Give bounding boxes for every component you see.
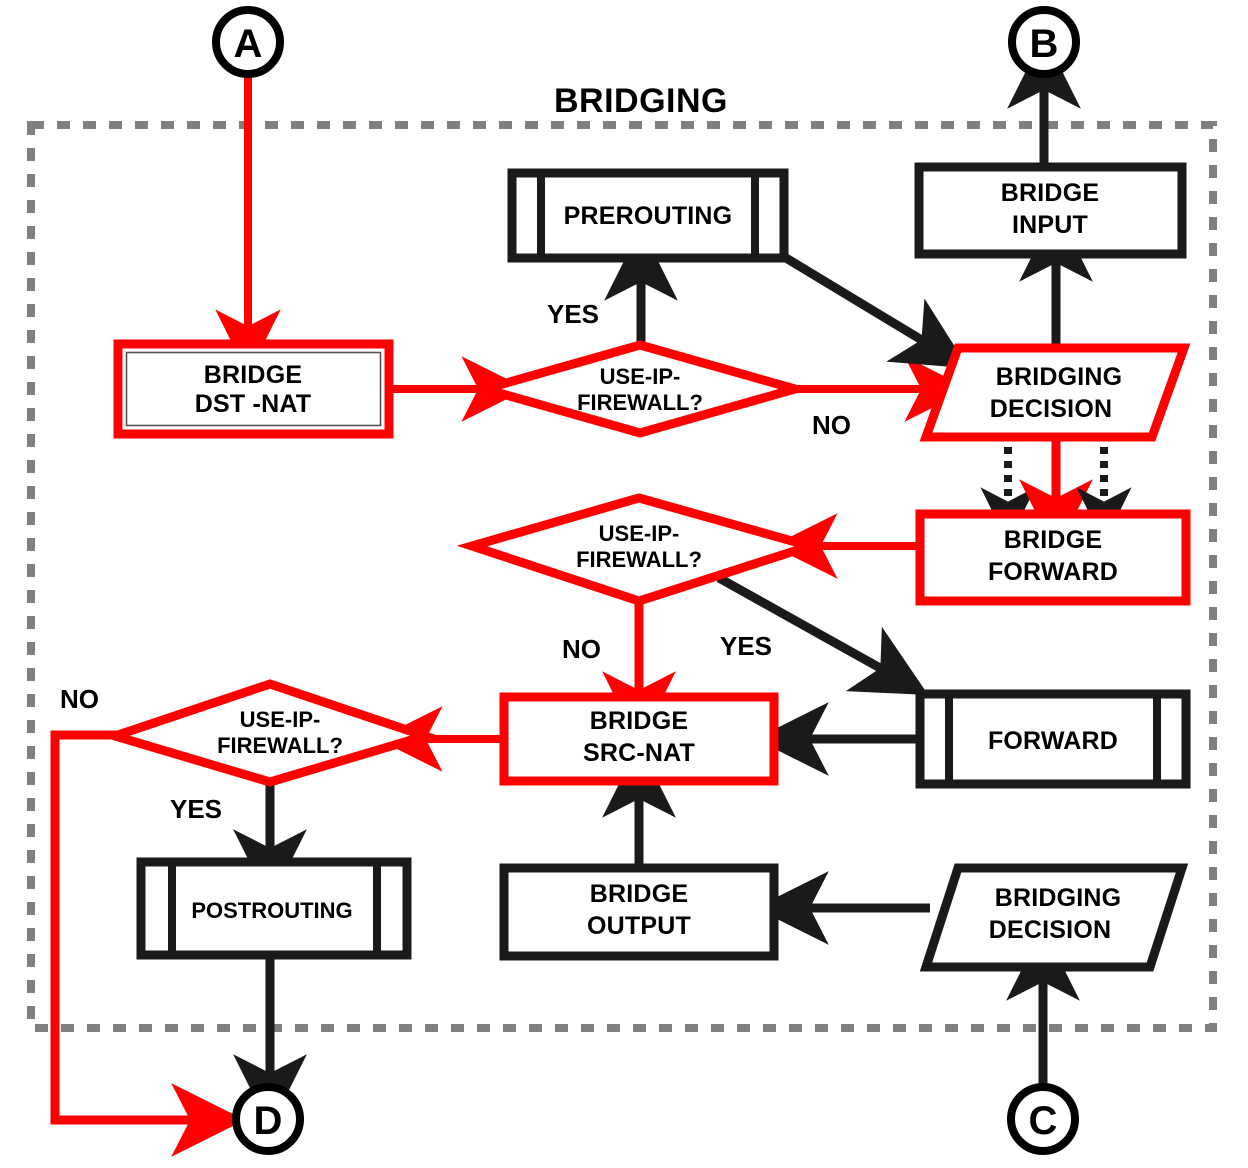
node-prerouting[interactable]: PREROUTING bbox=[507, 168, 789, 263]
node-bridge-input[interactable]: BRIDGE INPUT bbox=[914, 162, 1187, 259]
edge-label-yes-to-forward: YES bbox=[720, 631, 772, 661]
node-use-ip-firewall-3-line2: FIREWALL? bbox=[217, 733, 343, 758]
node-bridge-input-line1: BRIDGE bbox=[1001, 179, 1099, 207]
node-use-ip-firewall-3-line1: USE-IP- bbox=[240, 707, 321, 732]
connector-c-label: C bbox=[1029, 1099, 1058, 1143]
edge-label-yes-postrouting: YES bbox=[170, 794, 222, 824]
node-use-ip-firewall-2-line2: FIREWALL? bbox=[576, 547, 702, 572]
node-use-ip-firewall-1-line2: FIREWALL? bbox=[577, 390, 703, 415]
connector-c[interactable]: C bbox=[1007, 1083, 1079, 1155]
page-title: BRIDGING bbox=[554, 82, 728, 120]
node-bridge-dst-nat-line1: BRIDGE bbox=[204, 361, 302, 389]
edge-prerouting-to-bridging-decision bbox=[783, 254, 969, 369]
node-prerouting-label: PREROUTING bbox=[564, 202, 733, 230]
node-bridge-src-nat-line2: SRC-NAT bbox=[583, 739, 695, 767]
connector-d[interactable]: D bbox=[232, 1083, 304, 1155]
node-use-ip-firewall-3[interactable]: USE-IP- FIREWALL? bbox=[100, 679, 440, 787]
node-bridge-forward-line2: FORWARD bbox=[988, 558, 1118, 586]
node-bridge-src-nat-line1: BRIDGE bbox=[590, 707, 688, 735]
node-bridge-output-line1: BRIDGE bbox=[590, 880, 688, 908]
node-bridge-forward-line1: BRIDGE bbox=[1004, 526, 1102, 554]
connector-a-label: A bbox=[234, 22, 263, 66]
connector-b-label: B bbox=[1030, 22, 1059, 66]
flowchart-canvas: BRIDGING YES NO NO YES YES NO BRIDGE DST… bbox=[0, 0, 1248, 1168]
node-bridge-output[interactable]: BRIDGE OUTPUT bbox=[499, 863, 779, 961]
node-postrouting-label: POSTROUTING bbox=[191, 898, 352, 923]
node-bridge-output-line2: OUTPUT bbox=[587, 912, 691, 940]
connector-a[interactable]: A bbox=[212, 6, 284, 78]
node-postrouting[interactable]: POSTROUTING bbox=[136, 857, 412, 960]
node-use-ip-firewall-2-line1: USE-IP- bbox=[599, 521, 680, 546]
node-bridging-decision-top-line2: DECISION bbox=[990, 395, 1112, 423]
node-bridging-decision-top[interactable]: BRIDGING DECISION bbox=[919, 343, 1191, 442]
node-bridge-src-nat[interactable]: BRIDGE SRC-NAT bbox=[499, 692, 779, 786]
bridging-packet-flow-diagram: BRIDGING YES NO NO YES YES NO BRIDGE DST… bbox=[27, 6, 1217, 1157]
node-use-ip-firewall-1-line1: USE-IP- bbox=[600, 364, 681, 389]
connector-d-label: D bbox=[254, 1099, 283, 1143]
node-bridge-forward[interactable]: BRIDGE FORWARD bbox=[915, 509, 1191, 606]
node-use-ip-firewall-2[interactable]: USE-IP- FIREWALL? bbox=[456, 493, 826, 606]
edge-label-yes-prerouting: YES bbox=[547, 299, 599, 329]
node-bridge-dst-nat[interactable]: BRIDGE DST -NAT bbox=[113, 339, 394, 439]
node-use-ip-firewall-1[interactable]: USE-IP- FIREWALL? bbox=[468, 340, 812, 438]
node-bridging-decision-top-line1: BRIDGING bbox=[996, 363, 1123, 391]
node-forward-label: FORWARD bbox=[988, 727, 1118, 755]
edge-label-no-to-srcnat: NO bbox=[562, 634, 601, 664]
node-forward[interactable]: FORWARD bbox=[915, 689, 1191, 789]
node-bridging-decision-bottom[interactable]: BRIDGING DECISION bbox=[919, 863, 1189, 972]
edge-label-no-left-loop: NO bbox=[60, 684, 99, 714]
connector-b[interactable]: B bbox=[1008, 6, 1080, 78]
node-bridging-decision-bottom-line1: BRIDGING bbox=[995, 884, 1122, 912]
edge-label-no-to-decision: NO bbox=[812, 410, 851, 440]
node-bridging-decision-bottom-line2: DECISION bbox=[989, 916, 1111, 944]
node-bridge-dst-nat-line2: DST -NAT bbox=[195, 390, 311, 418]
node-bridge-input-line2: INPUT bbox=[1012, 211, 1088, 239]
